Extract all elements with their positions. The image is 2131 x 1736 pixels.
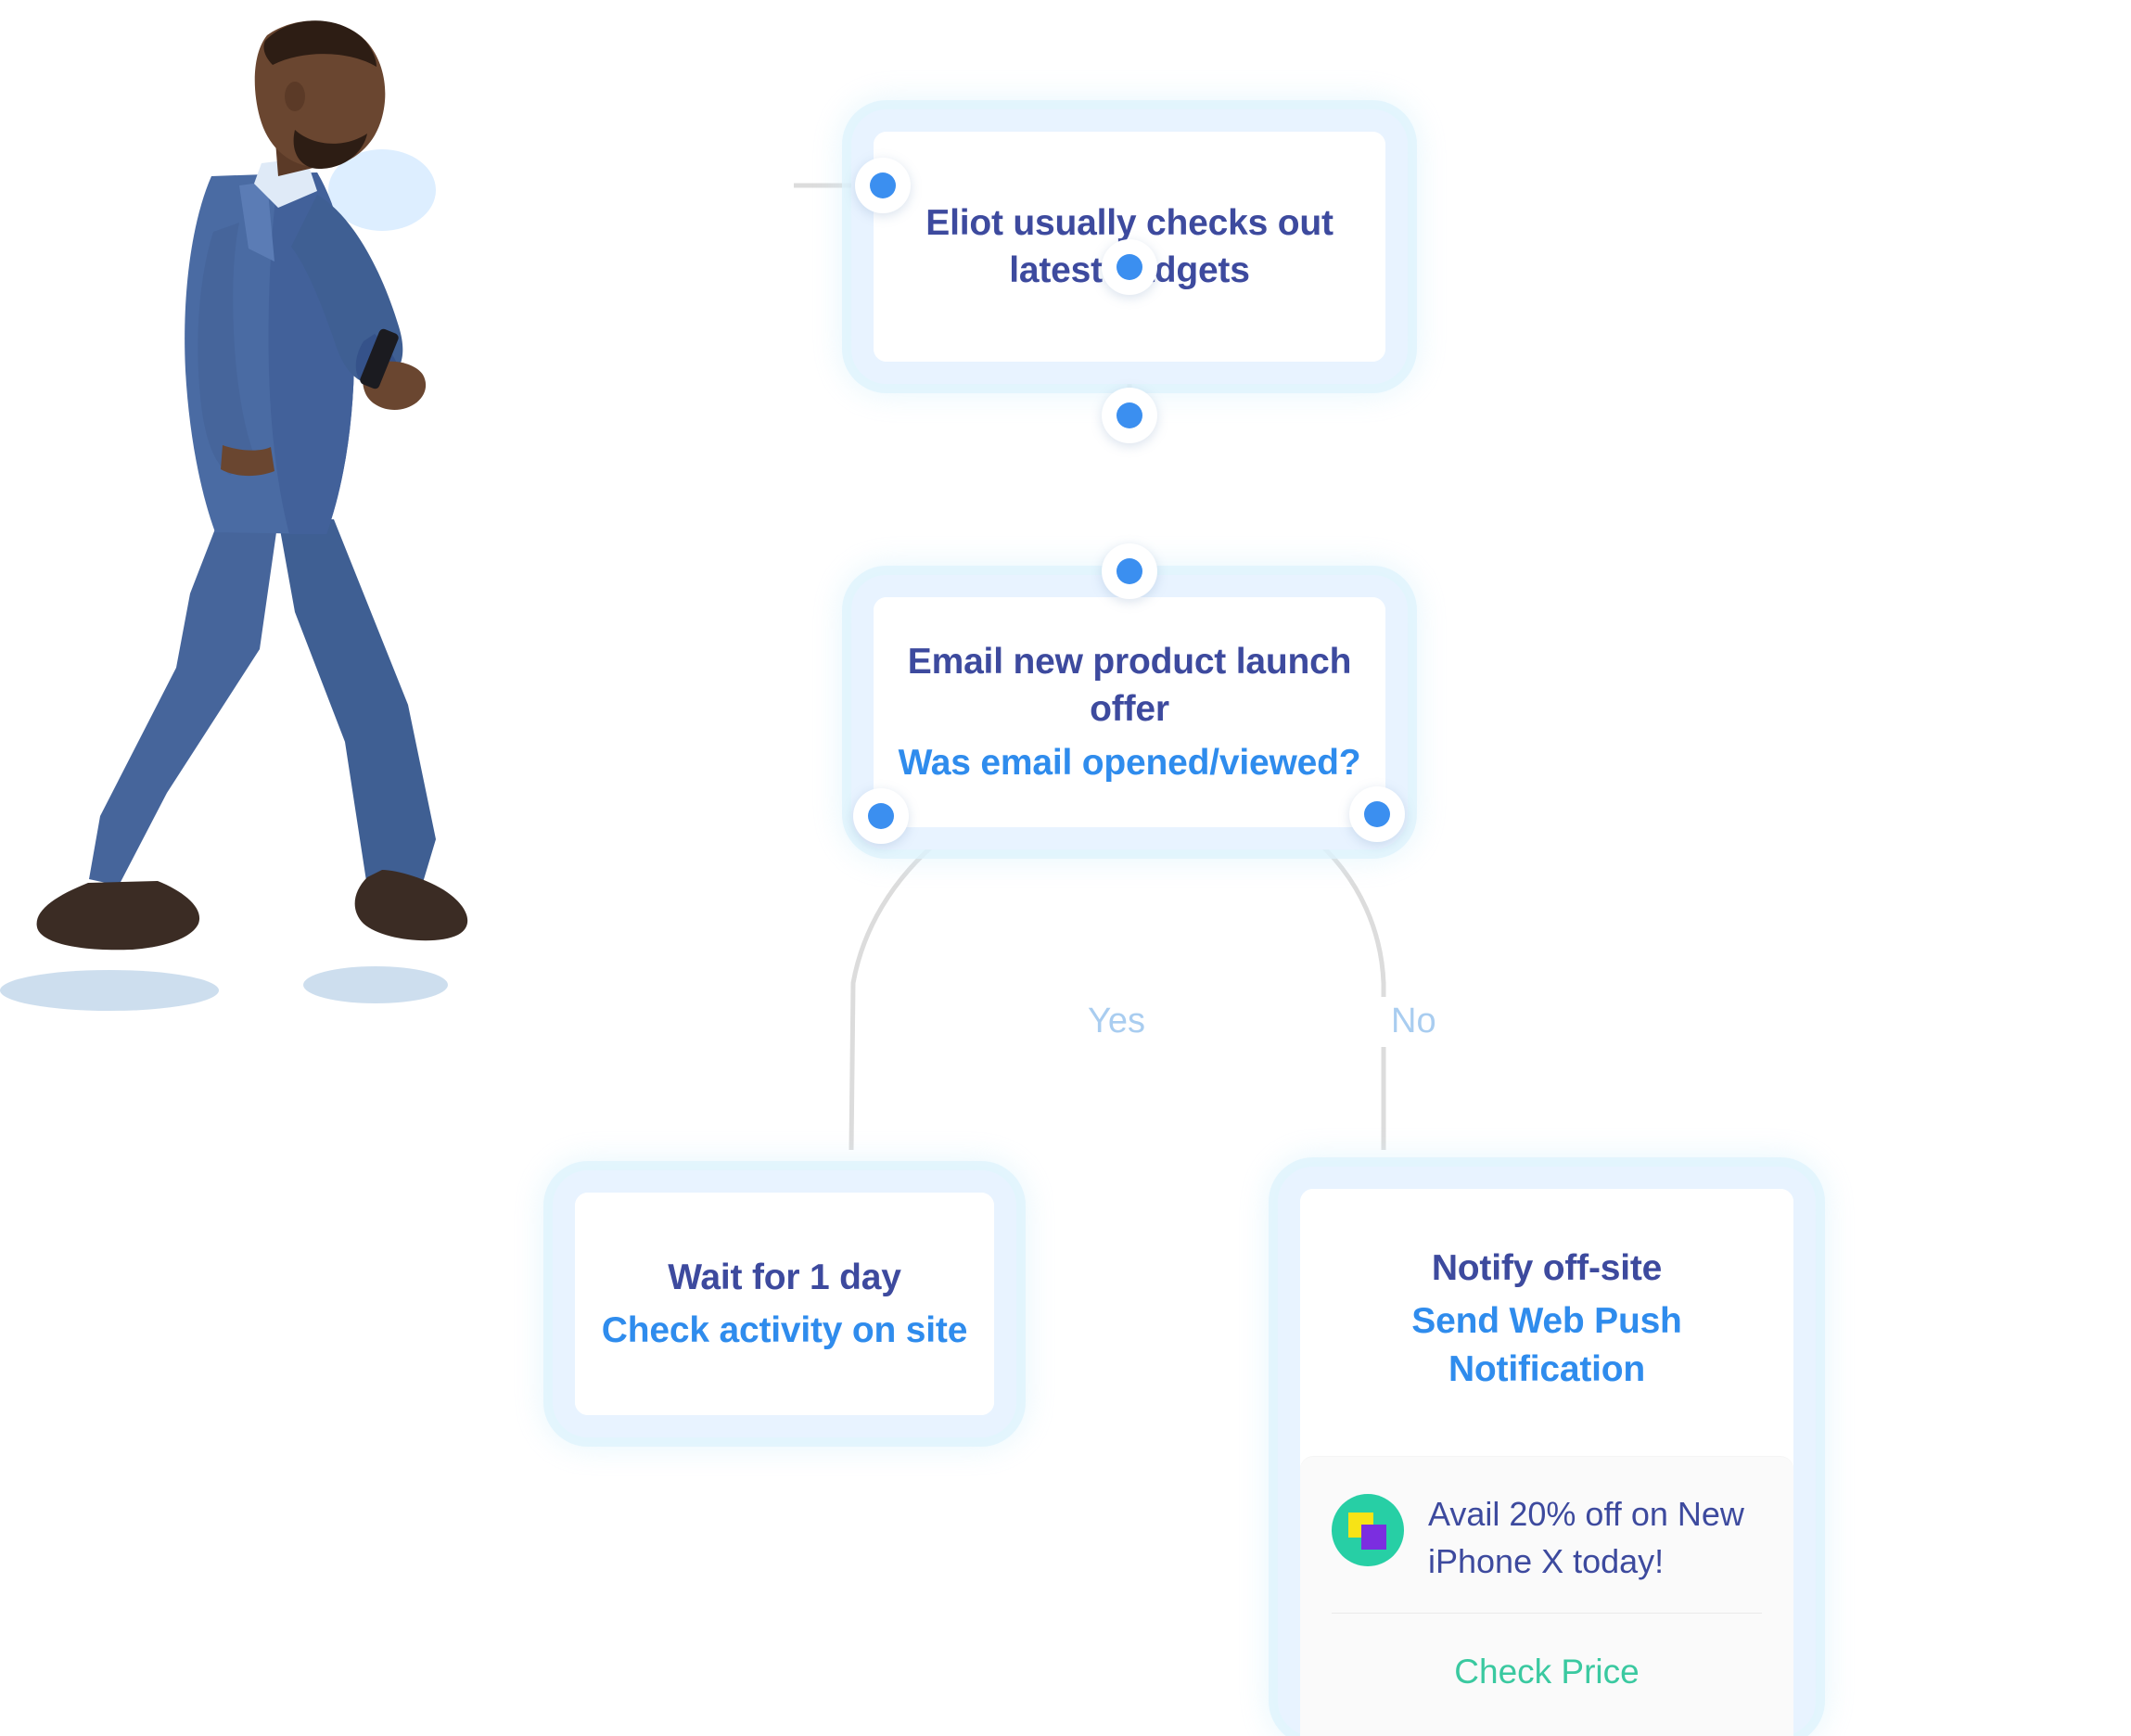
flow-node-subtitle: Send Web Push Notification [1411,1301,1682,1389]
check-price-button[interactable]: Check Price [1332,1614,1762,1736]
app-squares-icon [1332,1493,1404,1566]
connector-dot-node1-left[interactable] [855,158,911,213]
branch-label-no: No [1376,997,1451,1047]
push-notification-body: Avail 20% off on New iPhone X today! [1332,1490,1762,1613]
flow-node-content: Email new product launch offer Was email… [874,597,1385,827]
push-message-line-2: iPhone X today! [1428,1541,1665,1580]
push-message-line-1: Avail 20% off on New [1428,1494,1744,1533]
push-notification-card: Avail 20% off on New iPhone X today! Che… [1300,1456,1793,1736]
push-notification-message: Avail 20% off on New iPhone X today! [1428,1490,1744,1585]
connector-dot-node3-top[interactable] [853,788,909,844]
flow-node-title: Notify off-site [1431,1248,1663,1288]
flow-node-title: Wait for 1 day [668,1257,901,1297]
flow-node-email-decision[interactable]: Email new product launch offer Was email… [851,575,1408,849]
purple-square-shape [1361,1524,1386,1550]
flow-node-subtitle: Check activity on site [601,1310,968,1350]
connector-dot-node1-bottom[interactable] [1102,239,1157,295]
flow-node-title: Email new product launch offer [907,641,1352,730]
flowchart-canvas: Eliot usually checks out latest gadgets … [0,0,2131,1736]
flow-node-content: Notify off-site Send Web Push Notificati… [1300,1189,1793,1736]
connector-dot-node2-top[interactable] [1102,388,1157,443]
flow-node-wait[interactable]: Wait for 1 day Check activity on site [553,1170,1016,1437]
walking-businessman-illustration [0,0,705,1039]
branch-label-yes: Yes [1073,997,1160,1047]
connector-dot-node2-bottom[interactable] [1102,543,1157,599]
flow-node-content: Wait for 1 day Check activity on site [575,1193,994,1415]
flow-node-subtitle: Was email opened/viewed? [898,742,1361,783]
flow-node-notify[interactable]: Notify off-site Send Web Push Notificati… [1278,1167,1816,1736]
connector-dot-node4-top[interactable] [1349,786,1405,842]
